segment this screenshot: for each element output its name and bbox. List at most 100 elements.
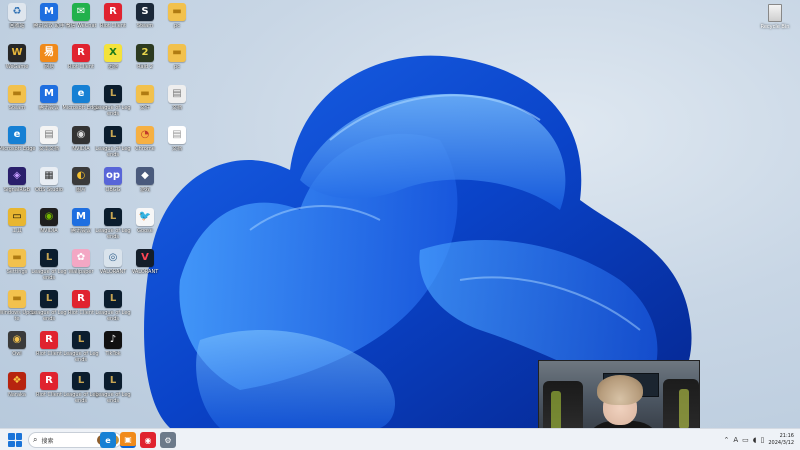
- app-icon: ▬: [8, 249, 26, 267]
- app-icon: ◆: [136, 167, 154, 185]
- app-icon: ♪: [104, 331, 122, 349]
- desktop-icon[interactable]: ▤ 文档: [162, 126, 192, 166]
- app-icon: ◉: [40, 208, 58, 226]
- app-icon: ▭: [8, 208, 26, 226]
- desktop-icon[interactable]: ▬ pc: [162, 3, 192, 43]
- desktop-icon[interactable]: ✉ 微信 WeChat: [65, 3, 97, 43]
- desktop-icon[interactable]: ◉ NVIDIA: [34, 208, 64, 248]
- volume-icon[interactable]: ◖: [753, 436, 757, 444]
- desktop-icon[interactable]: 🐦 Goose: [130, 208, 160, 248]
- desktop-icon[interactable]: X 迅游: [98, 44, 128, 84]
- desktop-icon[interactable]: S Steam: [130, 3, 160, 43]
- app-icon: ▬: [168, 3, 186, 21]
- desktop-icon[interactable]: M 腾讯会议: [66, 208, 96, 248]
- desktop-icon[interactable]: L League of Legends: [95, 126, 131, 166]
- desktop-icon[interactable]: 易网易: [34, 44, 64, 84]
- desktop-icon-label: 游戏: [139, 187, 150, 193]
- desktop-icon[interactable]: ◔ Chrome: [130, 126, 160, 166]
- app-icon: ▦: [40, 167, 58, 185]
- app-icon: ▬: [136, 85, 154, 103]
- app-icon: S: [136, 3, 154, 21]
- app-icon: 2: [136, 44, 154, 62]
- desktop-icon[interactable]: ▭ 工具: [2, 208, 32, 248]
- desktop-icon[interactable]: ▬ 文件: [130, 85, 160, 125]
- desktop-icon[interactable]: 2 Raid 2: [130, 44, 160, 84]
- desktop-icon[interactable]: ◐ 图片: [66, 167, 96, 207]
- battery-icon[interactable]: ▯: [761, 436, 765, 444]
- desktop-icon-label: 文档: [171, 146, 182, 152]
- desktop-icon[interactable]: L League of Legends: [31, 290, 67, 330]
- desktop-icon[interactable]: ◆ 游戏: [130, 167, 160, 207]
- app-settings-icon[interactable]: ⚙: [160, 432, 176, 448]
- desktop-icon[interactable]: R Riot Client: [34, 331, 64, 371]
- desktop-icon[interactable]: L League of Legends: [95, 290, 131, 330]
- chevron-up-icon[interactable]: ⌃: [724, 436, 730, 444]
- desktop-icon[interactable]: ▬ Settings: [2, 249, 32, 289]
- network-icon[interactable]: ▭: [742, 436, 749, 444]
- search-icon: ⌕: [33, 435, 38, 444]
- desktop-icon[interactable]: ❖ Naraka: [2, 372, 32, 412]
- desktop-icon[interactable]: ▬ Steam: [2, 85, 32, 125]
- browser-edge-icon[interactable]: e: [100, 432, 116, 448]
- app-icon: ◈: [8, 167, 26, 185]
- app-icon: ◉: [8, 331, 26, 349]
- app-icon: V: [136, 249, 154, 267]
- taskbar-pinned-apps: e ▣ ◉ ⚙: [100, 432, 176, 448]
- desktop-icon[interactable]: ◉ Owl: [2, 331, 32, 371]
- desktop-icon[interactable]: ◉ NVIDIA: [66, 126, 96, 166]
- app-icon: ▬: [8, 290, 26, 308]
- app-icon: L: [104, 85, 122, 103]
- desktop-icon[interactable]: L League of Legends: [95, 208, 131, 248]
- desktop-icon[interactable]: M 腾讯会议: [34, 85, 64, 125]
- app-icon: ▤: [168, 126, 186, 144]
- app-icon: L: [104, 126, 122, 144]
- desktop-icon[interactable]: ▤ 文本文档: [34, 126, 64, 166]
- app-icon: R: [72, 44, 90, 62]
- desktop-icon[interactable]: V VALORANT: [130, 249, 160, 289]
- desktop-icon[interactable]: op OBGG: [98, 167, 128, 207]
- desktop-icon[interactable]: ♪ TikTok: [98, 331, 128, 371]
- app-icon: ✿: [72, 249, 90, 267]
- desktop-icon[interactable]: R Riot Client: [66, 44, 96, 84]
- language-indicator[interactable]: A: [733, 436, 738, 444]
- desktop-icon[interactable]: ▬ Windows Update: [0, 290, 35, 330]
- desktop-icon[interactable]: L League of Legends: [63, 331, 99, 371]
- desktop-icon[interactable]: R Riot Client: [66, 290, 96, 330]
- desktop-icon[interactable]: L League of Legends: [95, 85, 131, 125]
- desktop-icon[interactable]: M 腾讯会议 助手: [33, 3, 65, 43]
- desktop-icon[interactable]: ▬ pc: [162, 44, 192, 84]
- desktop-icon[interactable]: R Riot Client: [34, 372, 64, 412]
- desktop-icon[interactable]: L League of Legends: [63, 372, 99, 412]
- desktop-icon[interactable]: L League of Legends: [95, 372, 131, 412]
- webcam-chair-right: [663, 379, 699, 428]
- app-icon: M: [40, 3, 58, 21]
- app-icon: M: [40, 85, 58, 103]
- desktop-icon[interactable]: e Microsoft Edge: [0, 126, 35, 166]
- app-icon: ◔: [136, 126, 154, 144]
- desktop-icon[interactable]: R Riot Client: [98, 3, 128, 43]
- app-icon: ♻: [8, 3, 26, 21]
- clock[interactable]: 21:16 2024/3/12: [768, 433, 794, 447]
- app-icon: e: [72, 85, 90, 103]
- desktop-icon[interactable]: ◈ SignalRGB: [2, 167, 32, 207]
- app-icon: L: [104, 208, 122, 226]
- desktop-icon[interactable]: ♻ 回收站: [2, 3, 32, 43]
- start-button[interactable]: [8, 433, 22, 447]
- desktop-icon[interactable]: ▤ 文档: [162, 85, 192, 125]
- desktop-icon[interactable]: ▦ OBS Studio: [34, 167, 64, 207]
- app-icon: ▤: [168, 85, 186, 103]
- desktop-icon-label: TikTok: [105, 351, 121, 357]
- desktop-icon[interactable]: L League of Legends: [31, 249, 67, 289]
- app-icon: ◉: [72, 126, 90, 144]
- app-red-icon[interactable]: ◉: [140, 432, 156, 448]
- app-icon: M: [72, 208, 90, 226]
- desktop-icon[interactable]: ✿ Wallpaper: [66, 249, 96, 289]
- desktop-icon[interactable]: e Microsoft Edge: [63, 85, 99, 125]
- recycle-bin-shortcut[interactable]: Recycle Bin: [758, 4, 792, 38]
- desktop-icon-label: 文档: [171, 105, 182, 111]
- app-orange-icon[interactable]: ▣: [120, 432, 136, 448]
- app-icon: ▤: [40, 126, 58, 144]
- webcam-chair-left: [543, 381, 583, 428]
- desktop-icon[interactable]: ◎ VALORANT: [98, 249, 128, 289]
- desktop-icon[interactable]: W WeGame: [2, 44, 32, 84]
